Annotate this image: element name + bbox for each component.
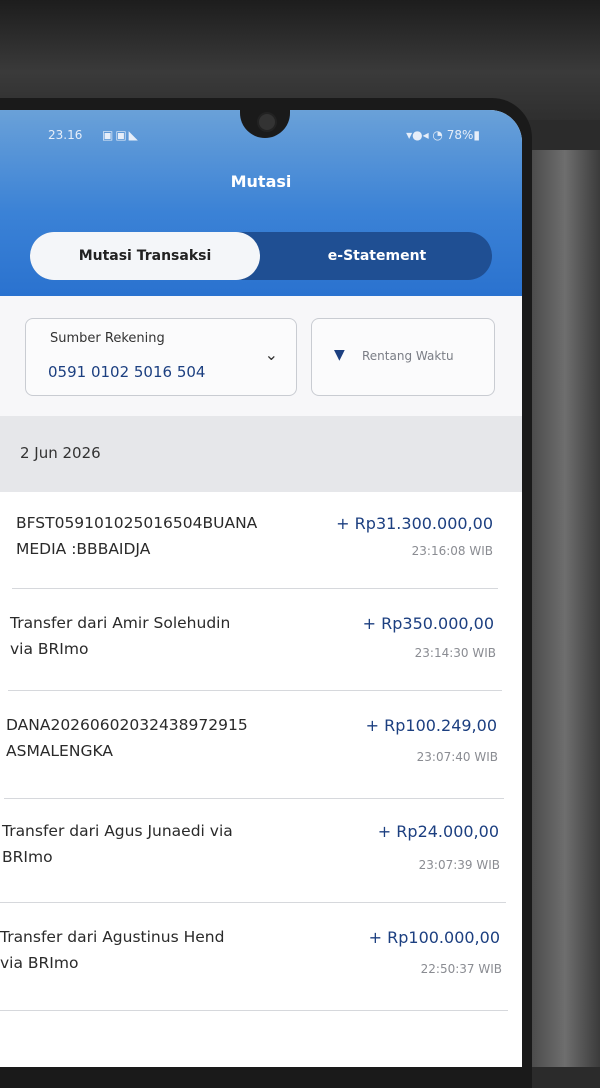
transaction-time: 23:16:08 WIB xyxy=(411,544,493,558)
transaction-amount: + Rp24.000,00 xyxy=(377,822,499,841)
transaction-row[interactable]: Transfer dari Agus Junaedi via BRImo + R… xyxy=(0,802,522,906)
transaction-time: 22:50:37 WIB xyxy=(420,962,502,976)
description-line-1: Transfer dari Agus Junaedi via xyxy=(2,822,233,840)
transaction-description: Transfer dari Amir Solehudin via BRImo xyxy=(10,610,230,662)
transaction-row[interactable]: BFST05910102501650​4BUANA MEDIA :BBBAIDJ… xyxy=(0,492,522,596)
row-divider xyxy=(0,1010,508,1011)
transaction-list: BFST05910102501650​4BUANA MEDIA :BBBAIDJ… xyxy=(0,492,522,1067)
filter-icon: ▼ xyxy=(334,347,345,363)
chevron-down-icon: ⌄ xyxy=(264,345,278,364)
description-line-2: MEDIA :BBBAIDJA xyxy=(16,540,151,558)
row-divider xyxy=(12,588,498,589)
date-label: 2 Jun 2026 xyxy=(20,444,101,462)
account-number: 0591 0102 5016 504 xyxy=(48,363,206,381)
date-group-header: 2 Jun 2026 xyxy=(0,416,522,492)
rentang-waktu-button[interactable]: ▼ Rentang Waktu xyxy=(311,318,495,396)
tab-bar: Mutasi Transaksi e-Statement xyxy=(30,232,492,280)
description-line-1: Transfer dari Agustinus Hend xyxy=(0,928,225,946)
transaction-row[interactable]: Transfer dari Amir Solehudin via BRImo +… xyxy=(0,592,522,696)
tab-e-statement[interactable]: e-Statement xyxy=(262,232,492,280)
transaction-row[interactable]: Transfer dari Agustinus Hend via BRImo +… xyxy=(0,908,522,1012)
camera-icon xyxy=(257,112,277,132)
transaction-time: 23:07:40 WIB xyxy=(416,750,498,764)
description-line-2: BRImo xyxy=(2,848,53,866)
transaction-amount: + Rp31.300.000,00 xyxy=(336,514,493,533)
transaction-time: 23:14:30 WIB xyxy=(414,646,496,660)
transaction-description: Transfer dari Agus Junaedi via BRImo xyxy=(2,818,233,870)
transaction-amount: + Rp100.249,00 xyxy=(365,716,497,735)
row-divider xyxy=(4,798,504,799)
sumber-rekening-label: Sumber Rekening xyxy=(50,331,165,346)
photo-background-right xyxy=(530,150,600,1067)
description-line-2: ASMALENGKA xyxy=(6,742,113,760)
tab-mutasi-transaksi[interactable]: Mutasi Transaksi xyxy=(30,232,260,280)
transaction-time: 23:07:39 WIB xyxy=(418,858,500,872)
description-line-2: via BRImo xyxy=(0,954,79,972)
transaction-description: DANA20260602032438972915 ASMALENGKA xyxy=(6,712,248,764)
row-divider xyxy=(8,690,502,691)
camera-notch xyxy=(240,110,290,138)
notification-icons: ▣▣◣ xyxy=(102,128,140,142)
transaction-amount: + Rp100.000,00 xyxy=(368,928,500,947)
sumber-rekening-dropdown[interactable]: Sumber Rekening 0591 0102 5016 504 ⌄ xyxy=(25,318,297,396)
rentang-waktu-label: Rentang Waktu xyxy=(362,349,454,363)
description-line-2: via BRImo xyxy=(10,640,89,658)
status-right-icons: ▾●◂ ◔ 78%▮ xyxy=(406,128,480,142)
description-line-1: Transfer dari Amir Solehudin xyxy=(10,614,231,632)
status-time: 23.16 xyxy=(48,128,83,142)
row-divider xyxy=(0,902,506,903)
description-line-1: DANA20260602032438972915 xyxy=(6,716,248,734)
transaction-row[interactable]: DANA20260602032438972915 ASMALENGKA + Rp… xyxy=(0,694,522,799)
description-line-1: BFST05910102501650​4BUANA xyxy=(16,514,258,532)
transaction-description: BFST05910102501650​4BUANA MEDIA :BBBAIDJ… xyxy=(16,510,257,562)
header: 23.16 ▣▣◣ ▾●◂ ◔ 78%▮ Mutasi Mutasi Trans… xyxy=(0,110,522,296)
transaction-amount: + Rp350.000,00 xyxy=(362,614,494,633)
app-screen: 23.16 ▣▣◣ ▾●◂ ◔ 78%▮ Mutasi Mutasi Trans… xyxy=(0,110,522,1067)
transaction-description: Transfer dari Agustinus Hend via BRImo xyxy=(0,924,224,976)
page-title: Mutasi xyxy=(230,172,292,191)
